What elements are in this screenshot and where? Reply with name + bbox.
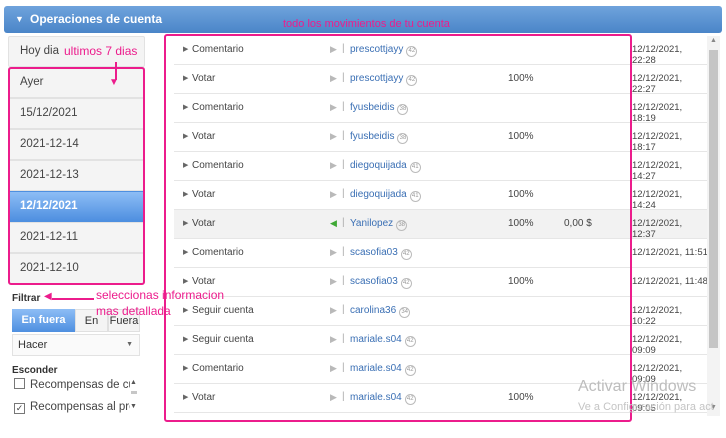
watermark-subtitle: Ve a Configuración para act	[578, 401, 714, 413]
timestamp: 12/12/2021, 14:27	[632, 160, 683, 182]
sidebar-scrollbar[interactable]: ▲ ▼	[129, 379, 140, 417]
annotation-box-activity	[164, 34, 632, 422]
scroll-thumb[interactable]	[131, 391, 137, 394]
caret-down-icon[interactable]: ▼	[15, 14, 24, 24]
filter-label: Filtrar	[12, 293, 41, 304]
timestamp: 12/12/2021, 18:19	[632, 102, 683, 124]
timestamp: 12/12/2021, 10:22	[632, 305, 683, 327]
annotation-box-dates	[8, 67, 145, 285]
annotation-text-filter-2: mas detallada	[96, 304, 171, 318]
section-title: Operaciones de cuenta	[30, 12, 163, 26]
annotation-text-filter-1: seleccionas informacion	[96, 288, 225, 302]
timestamp: 12/12/2021, 09:09	[632, 334, 683, 356]
timestamp: 12/12/2021, 22:28	[632, 44, 683, 66]
hide-option-row[interactable]: Recompensas de cu	[14, 378, 130, 396]
checkbox-checked[interactable]: ✓	[14, 403, 25, 414]
filter-toggle-both[interactable]: En fuera	[12, 309, 75, 332]
scroll-up-icon[interactable]: ▲	[130, 379, 137, 386]
timestamp: 12/12/2021, 11:51	[632, 247, 708, 258]
annotation-arrow-head: ◀	[44, 291, 52, 302]
timestamp: 12/12/2021, 22:27	[632, 73, 683, 95]
timestamp: 12/12/2021, 18:17	[632, 131, 683, 153]
hide-option-label: Recompensas al prc	[30, 401, 130, 413]
annotation-arrow-shaft	[52, 298, 94, 300]
annotation-text-top: todo los movimientos de tu cuenta	[283, 18, 450, 30]
scroll-down-icon[interactable]: ▼	[130, 403, 137, 410]
select-value: Hacer	[18, 339, 48, 351]
scroll-thumb[interactable]	[709, 50, 718, 348]
annotation-text-sidebar: ultimos 7 dias	[64, 44, 138, 58]
hide-option-label: Recompensas de cu	[30, 379, 130, 391]
timestamp: 12/12/2021, 14:24	[632, 189, 683, 211]
checkbox[interactable]	[14, 378, 25, 389]
timestamp: 12/12/2021, 11:48	[632, 276, 708, 287]
scroll-up-icon[interactable]: ▲	[710, 37, 717, 44]
timestamp: 12/12/2021, 12:37	[632, 218, 683, 240]
chevron-down-icon: ▼	[126, 341, 133, 348]
hide-option-row[interactable]: ✓ Recompensas al prc	[14, 401, 130, 419]
operation-type-select[interactable]: Hacer ▼	[12, 334, 140, 356]
activity-scrollbar[interactable]: ▲ ▼	[707, 36, 720, 416]
watermark-title: Activar Windows	[578, 378, 697, 395]
hide-label: Esconder	[12, 365, 58, 376]
annotation-arrow-head: ▼	[109, 77, 119, 88]
